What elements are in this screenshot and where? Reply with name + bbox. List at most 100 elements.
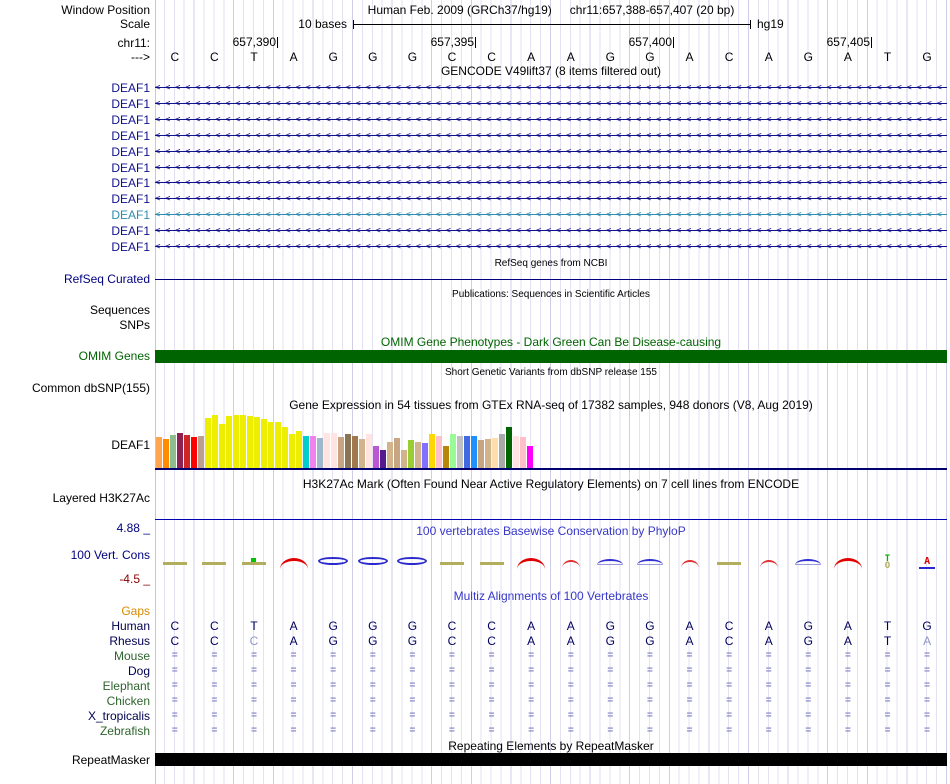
multiz-species-label[interactable]: Elephant xyxy=(0,679,150,693)
h3k27ac-label[interactable]: Layered H3K27Ac xyxy=(0,491,150,505)
gencode-transcript-label[interactable]: DEAF1 xyxy=(0,129,150,143)
repeatmasker-label[interactable]: RepeatMasker xyxy=(0,753,150,767)
gtex-tissue-bar[interactable] xyxy=(219,424,225,468)
conservation-label[interactable]: 100 Vert. Cons xyxy=(0,548,150,562)
gtex-tissue-bar[interactable] xyxy=(212,415,218,468)
gtex-tissue-bar[interactable] xyxy=(394,438,400,468)
gtex-tissue-bar[interactable] xyxy=(233,415,239,468)
multiz-species-label[interactable]: Mouse xyxy=(0,649,150,663)
gencode-transcript-item[interactable]: <<<<<<<<<<<<<<<<<<<<<<<<<<<<<<<<<<<<<<<<… xyxy=(155,97,947,111)
gencode-transcript-label[interactable]: DEAF1 xyxy=(0,161,150,175)
gencode-transcript-item[interactable]: <<<<<<<<<<<<<<<<<<<<<<<<<<<<<<<<<<<<<<<<… xyxy=(155,113,947,127)
gencode-transcript-item[interactable]: <<<<<<<<<<<<<<<<<<<<<<<<<<<<<<<<<<<<<<<<… xyxy=(155,192,947,206)
gencode-transcript-label[interactable]: DEAF1 xyxy=(0,81,150,95)
gtex-tissue-bar[interactable] xyxy=(506,427,512,468)
gtex-tissue-bar[interactable] xyxy=(317,438,323,468)
gtex-tissue-bar[interactable] xyxy=(156,437,162,468)
gtex-tissue-bar[interactable] xyxy=(464,436,470,468)
gtex-tissue-bar[interactable] xyxy=(191,437,197,468)
gtex-tissue-bar[interactable] xyxy=(198,436,204,468)
gtex-tissue-bar[interactable] xyxy=(380,450,386,468)
gencode-transcript-label[interactable]: DEAF1 xyxy=(0,208,150,222)
gtex-tissue-bar[interactable] xyxy=(492,438,498,468)
multiz-alignment-row[interactable]: CCCAGGGCCAAGGACAGATA xyxy=(155,634,947,648)
multiz-alignment-row[interactable]: = = = = = = = = = = = = = = = = = = = = xyxy=(155,709,947,723)
gencode-transcript-item[interactable]: <<<<<<<<<<<<<<<<<<<<<<<<<<<<<<<<<<<<<<<<… xyxy=(155,224,947,238)
gtex-tissue-bar[interactable] xyxy=(429,434,435,468)
multiz-species-label[interactable]: Rhesus xyxy=(0,634,150,648)
gencode-transcript-label[interactable]: DEAF1 xyxy=(0,176,150,190)
gtex-tissue-bar[interactable] xyxy=(513,436,519,468)
reference-sequence[interactable]: CCTAGGGCCAAGGACAGATG xyxy=(155,50,947,64)
multiz-species-label[interactable]: Dog xyxy=(0,664,150,678)
multiz-alignment-row[interactable]: = = = = = = = = = = = = = = = = = = = = xyxy=(155,679,947,693)
gtex-tissue-bar[interactable] xyxy=(408,440,414,468)
gtex-tissue-bar[interactable] xyxy=(296,431,302,468)
gtex-tissue-bar[interactable] xyxy=(450,434,456,468)
gencode-transcript-item[interactable]: <<<<<<<<<<<<<<<<<<<<<<<<<<<<<<<<<<<<<<<<… xyxy=(155,145,947,159)
gtex-tissue-bar[interactable] xyxy=(170,435,176,468)
multiz-alignment-row[interactable]: = = = = = = = = = = = = = = = = = = = = xyxy=(155,649,947,663)
gtex-tissue-bar[interactable] xyxy=(485,439,491,468)
gtex-tissue-bar[interactable] xyxy=(240,415,246,468)
gencode-transcript-label[interactable]: DEAF1 xyxy=(0,240,150,254)
multiz-species-label[interactable]: Human xyxy=(0,619,150,633)
gencode-transcript-item[interactable]: <<<<<<<<<<<<<<<<<<<<<<<<<<<<<<<<<<<<<<<<… xyxy=(155,176,947,190)
gtex-tissue-bar[interactable] xyxy=(478,440,484,468)
phylop-conservation-plot[interactable]: TO A xyxy=(155,554,947,572)
multiz-alignment-row[interactable]: CCTAGGGCCAAGGACAGATG xyxy=(155,619,947,633)
multiz-alignment-row[interactable]: = = = = = = = = = = = = = = = = = = = = xyxy=(155,724,947,738)
gtex-tissue-bar[interactable] xyxy=(338,437,344,468)
gtex-tissue-bar[interactable] xyxy=(520,437,526,468)
sequences-label[interactable]: Sequences xyxy=(0,303,150,317)
multiz-alignment-row[interactable]: = = = = = = = = = = = = = = = = = = = = xyxy=(155,664,947,678)
gencode-transcript-label[interactable]: DEAF1 xyxy=(0,145,150,159)
gtex-tissue-bar[interactable] xyxy=(436,436,442,468)
gtex-tissue-bar[interactable] xyxy=(415,442,421,468)
gtex-tissue-bar[interactable] xyxy=(331,433,337,468)
gencode-transcript-label[interactable]: DEAF1 xyxy=(0,224,150,238)
gtex-tissue-bar[interactable] xyxy=(254,417,260,468)
gencode-transcript-label[interactable]: DEAF1 xyxy=(0,113,150,127)
gtex-tissue-bar[interactable] xyxy=(163,439,169,468)
gtex-tissue-bar[interactable] xyxy=(366,434,372,468)
gencode-transcript-item[interactable]: <<<<<<<<<<<<<<<<<<<<<<<<<<<<<<<<<<<<<<<<… xyxy=(155,240,947,254)
gtex-tissue-bar[interactable] xyxy=(226,416,232,468)
gtex-tissue-bar[interactable] xyxy=(352,436,358,468)
gtex-tissue-bar[interactable] xyxy=(275,422,281,468)
refseq-curated-label[interactable]: RefSeq Curated xyxy=(0,272,150,286)
gencode-transcript-label[interactable]: DEAF1 xyxy=(0,192,150,206)
multiz-species-label[interactable]: Gaps xyxy=(0,604,150,618)
gtex-tissue-bar[interactable] xyxy=(310,436,316,468)
gtex-tissue-bar[interactable] xyxy=(177,433,183,468)
gencode-transcript-item[interactable]: <<<<<<<<<<<<<<<<<<<<<<<<<<<<<<<<<<<<<<<<… xyxy=(155,81,947,95)
gencode-transcript-item[interactable]: <<<<<<<<<<<<<<<<<<<<<<<<<<<<<<<<<<<<<<<<… xyxy=(155,161,947,175)
dbsnp-label[interactable]: Common dbSNP(155) xyxy=(0,381,150,395)
refseq-curated-item[interactable] xyxy=(155,279,947,280)
gtex-tissue-bar[interactable] xyxy=(499,434,505,468)
gtex-tissue-bar[interactable] xyxy=(443,446,449,468)
multiz-alignment-row[interactable]: = = = = = = = = = = = = = = = = = = = = xyxy=(155,694,947,708)
gencode-transcript-label[interactable]: DEAF1 xyxy=(0,97,150,111)
gencode-transcript-item[interactable]: <<<<<<<<<<<<<<<<<<<<<<<<<<<<<<<<<<<<<<<<… xyxy=(155,208,947,222)
gtex-tissue-bar[interactable] xyxy=(282,427,288,468)
gtex-tissue-bar[interactable] xyxy=(289,434,295,468)
snps-label[interactable]: SNPs xyxy=(0,318,150,332)
omim-gene-bar[interactable] xyxy=(155,350,947,363)
multiz-alignment-row[interactable] xyxy=(155,604,947,618)
gtex-expression-bars[interactable] xyxy=(156,412,533,468)
multiz-species-label[interactable]: X_tropicalis xyxy=(0,709,150,723)
repeatmasker-element-bar[interactable] xyxy=(155,753,947,766)
gtex-tissue-bar[interactable] xyxy=(401,450,407,468)
gtex-tissue-bar[interactable] xyxy=(422,443,428,468)
multiz-species-label[interactable]: Chicken xyxy=(0,694,150,708)
gtex-tissue-bar[interactable] xyxy=(387,442,393,468)
gtex-tissue-bar[interactable] xyxy=(184,435,190,468)
gtex-tissue-bar[interactable] xyxy=(457,436,463,468)
gtex-tissue-bar[interactable] xyxy=(205,418,211,468)
gtex-tissue-bar[interactable] xyxy=(303,436,309,468)
multiz-species-label[interactable]: Zebrafish xyxy=(0,724,150,738)
gtex-tissue-bar[interactable] xyxy=(247,416,253,468)
gtex-tissue-bar[interactable] xyxy=(373,446,379,468)
gtex-tissue-bar[interactable] xyxy=(324,433,330,468)
